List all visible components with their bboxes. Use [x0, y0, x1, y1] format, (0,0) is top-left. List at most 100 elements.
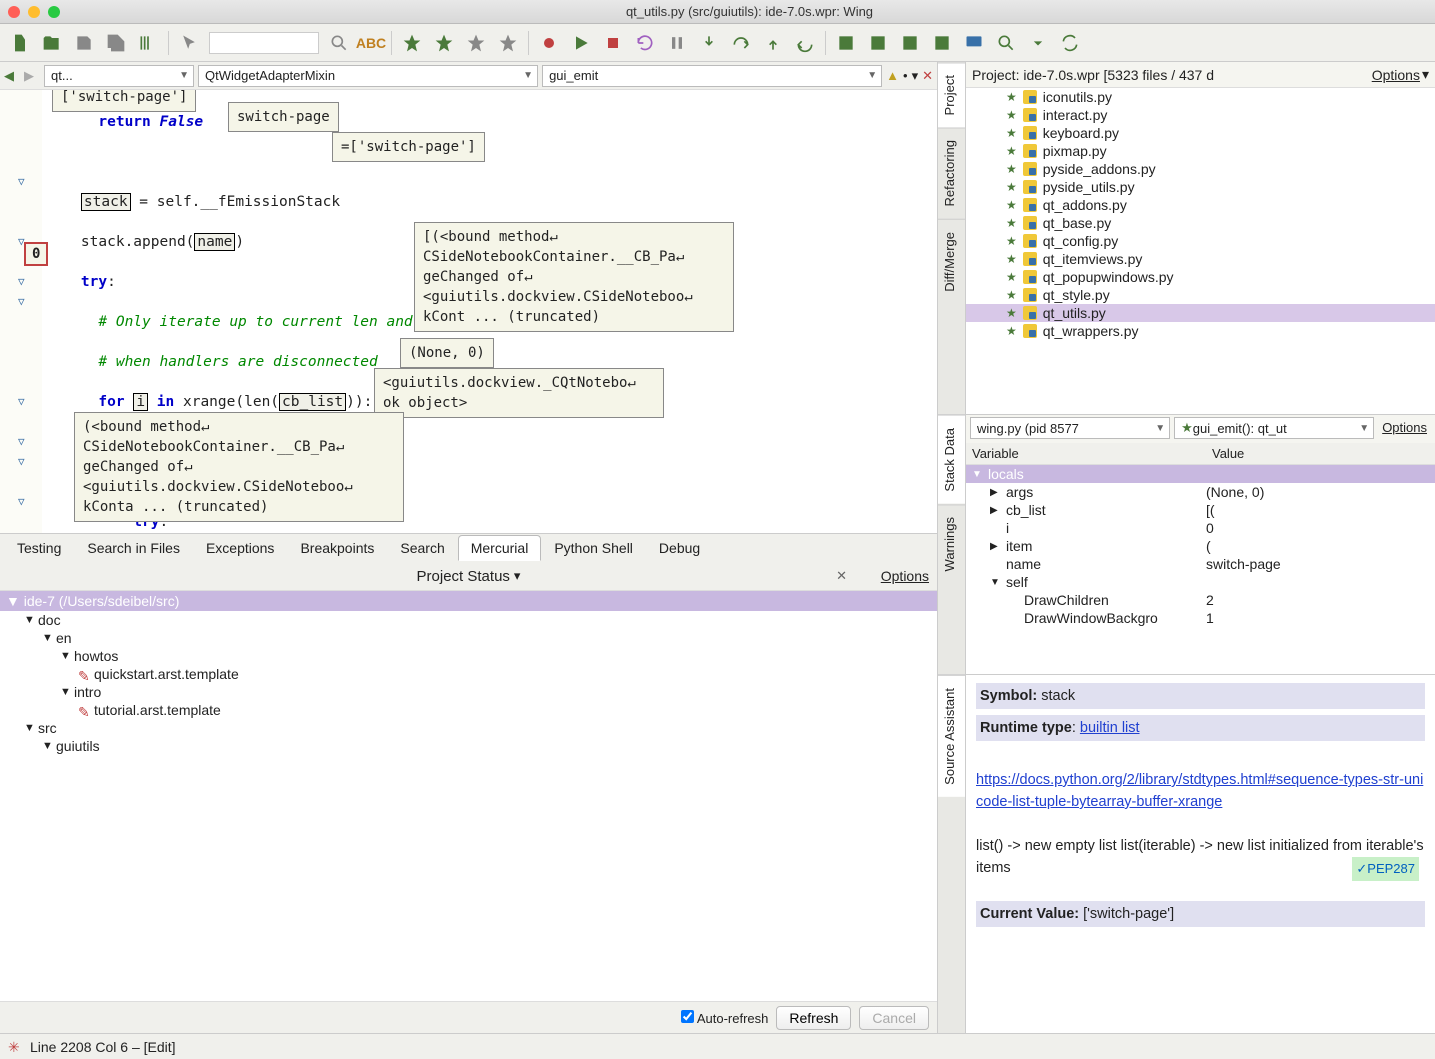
tree-item[interactable]: ▼doc	[0, 611, 937, 629]
source-assistant[interactable]: Symbol: stack Runtime type: builtin list…	[966, 675, 1435, 1033]
vtab-diff-merge[interactable]: Diff/Merge	[938, 219, 965, 304]
vtab-refactoring[interactable]: Refactoring	[938, 127, 965, 218]
vtab-source-assistant[interactable]: Source Assistant	[938, 675, 965, 797]
variable-row[interactable]: i0	[966, 519, 1435, 537]
project-file[interactable]: ★qt_addons.py	[966, 196, 1435, 214]
vtab-stack-data[interactable]: Stack Data	[938, 415, 965, 504]
bottom-tab-search[interactable]: Search	[387, 535, 457, 561]
bottom-tab-testing[interactable]: Testing	[4, 535, 74, 561]
project-file[interactable]: ★qt_base.py	[966, 214, 1435, 232]
bug-icon[interactable]: ✳	[8, 1039, 24, 1055]
warn-icon[interactable]: ▲	[886, 68, 899, 83]
variable-row[interactable]: ▼locals	[966, 465, 1435, 483]
nav-back-icon[interactable]: ◀	[4, 68, 20, 84]
variable-row[interactable]: ▶cb_list[(	[966, 501, 1435, 519]
indent-icon[interactable]	[136, 31, 160, 55]
stop-icon[interactable]	[601, 31, 625, 55]
bottom-tab-python-shell[interactable]: Python Shell	[541, 535, 646, 561]
project-files[interactable]: ★iconutils.py★interact.py★keyboard.py★pi…	[966, 88, 1435, 414]
frame-selector[interactable]: ★ gui_emit(): qt_ut▼	[1174, 417, 1374, 439]
bottom-tab-breakpoints[interactable]: Breakpoints	[287, 535, 387, 561]
stack-options[interactable]: Options	[1378, 417, 1431, 441]
search-icon[interactable]	[327, 31, 351, 55]
sync-icon[interactable]	[1058, 31, 1082, 55]
method-selector[interactable]: gui_emit▼	[542, 65, 882, 87]
project-file[interactable]: ★pyside_addons.py	[966, 160, 1435, 178]
project-options[interactable]: Options	[1372, 67, 1420, 83]
variable-row[interactable]: DrawChildren2	[966, 591, 1435, 609]
tree-item[interactable]: ▼guiutils	[0, 737, 937, 755]
bottom-tab-debug[interactable]: Debug	[646, 535, 713, 561]
panel-options[interactable]: Options	[881, 568, 929, 584]
bookmark-clear-icon[interactable]	[496, 31, 520, 55]
zoom-window[interactable]	[48, 6, 60, 18]
project-file[interactable]: ★qt_popupwindows.py	[966, 268, 1435, 286]
bottom-tab-mercurial[interactable]: Mercurial	[458, 535, 542, 561]
search-input[interactable]	[209, 32, 319, 54]
new-file-icon[interactable]	[8, 31, 32, 55]
process-selector[interactable]: wing.py (pid 8577▼	[970, 417, 1170, 439]
variable-row[interactable]: DrawWindowBackgro1	[966, 609, 1435, 627]
close-editor-icon[interactable]: ✕	[922, 68, 933, 84]
bookmark-icon[interactable]	[400, 31, 424, 55]
monitor-icon[interactable]	[962, 31, 986, 55]
project-file[interactable]: ★iconutils.py	[966, 88, 1435, 106]
project-tree[interactable]: ▼ ide-7 (/Users/sdeibel/src) ▼doc▼en▼how…	[0, 591, 937, 1002]
tree-item[interactable]: ▼en	[0, 629, 937, 647]
code-editor[interactable]: ▽ ▽ ▽ ▽ ▽ ▽ ▽ ▽ ▽ return False stack = s…	[0, 90, 937, 533]
step-out-icon[interactable]	[761, 31, 785, 55]
project-file[interactable]: ★keyboard.py	[966, 124, 1435, 142]
tool-4-icon[interactable]	[930, 31, 954, 55]
download-icon[interactable]	[1026, 31, 1050, 55]
open-icon[interactable]	[40, 31, 64, 55]
tree-item[interactable]: ▼intro	[0, 683, 937, 701]
step-return-icon[interactable]	[793, 31, 817, 55]
variable-row[interactable]: nameswitch-page	[966, 555, 1435, 573]
pause-icon[interactable]	[665, 31, 689, 55]
project-file[interactable]: ★qt_wrappers.py	[966, 322, 1435, 340]
restart-icon[interactable]	[633, 31, 657, 55]
step-into-icon[interactable]	[697, 31, 721, 55]
project-file[interactable]: ★qt_utils.py	[966, 304, 1435, 322]
gutter[interactable]: ▽ ▽ ▽ ▽ ▽ ▽ ▽ ▽ ▽	[0, 90, 42, 533]
project-file[interactable]: ★qt_style.py	[966, 286, 1435, 304]
spellcheck-icon[interactable]: ABC	[359, 31, 383, 55]
variable-row[interactable]: ▶item(	[966, 537, 1435, 555]
zoom-icon[interactable]	[994, 31, 1018, 55]
tree-item[interactable]: ▼howtos	[0, 647, 937, 665]
tool-3-icon[interactable]	[898, 31, 922, 55]
bottom-tab-exceptions[interactable]: Exceptions	[193, 535, 287, 561]
vtab-project[interactable]: Project	[938, 62, 965, 127]
vtab-warnings[interactable]: Warnings	[938, 504, 965, 583]
save-all-icon[interactable]	[104, 31, 128, 55]
save-icon[interactable]	[72, 31, 96, 55]
step-over-icon[interactable]	[729, 31, 753, 55]
cancel-button[interactable]: Cancel	[859, 1006, 929, 1030]
variable-row[interactable]: ▼self	[966, 573, 1435, 591]
project-file[interactable]: ★pixmap.py	[966, 142, 1435, 160]
doc-link[interactable]: https://docs.python.org/2/library/stdtyp…	[976, 772, 1423, 810]
breakpoint-icon[interactable]	[537, 31, 561, 55]
close-window[interactable]	[8, 6, 20, 18]
project-file[interactable]: ★pyside_utils.py	[966, 178, 1435, 196]
tree-header[interactable]: ▼ ide-7 (/Users/sdeibel/src)	[0, 591, 937, 611]
bookmark-prev-icon[interactable]	[464, 31, 488, 55]
run-icon[interactable]	[569, 31, 593, 55]
panel-close-icon[interactable]: ✕	[836, 568, 847, 584]
tree-item[interactable]: ✎tutorial.arst.template	[0, 701, 937, 719]
variable-row[interactable]: ▶args(None, 0)	[966, 483, 1435, 501]
panel-title[interactable]: Project Status	[417, 568, 510, 585]
variables-list[interactable]: ▼locals▶args(None, 0)▶cb_list[(i0▶item(n…	[966, 465, 1435, 674]
project-file[interactable]: ★interact.py	[966, 106, 1435, 124]
refresh-button[interactable]: Refresh	[776, 1006, 851, 1030]
bottom-tab-search-in-files[interactable]: Search in Files	[74, 535, 193, 561]
tool-2-icon[interactable]	[866, 31, 890, 55]
tree-item[interactable]: ▼src	[0, 719, 937, 737]
minimize-window[interactable]	[28, 6, 40, 18]
project-file[interactable]: ★qt_config.py	[966, 232, 1435, 250]
tool-1-icon[interactable]	[834, 31, 858, 55]
project-file[interactable]: ★qt_itemviews.py	[966, 250, 1435, 268]
nav-fwd-icon[interactable]: ▶	[24, 68, 40, 84]
cursor-icon[interactable]	[177, 31, 201, 55]
chevron-down-icon[interactable]: ▾	[912, 68, 919, 84]
